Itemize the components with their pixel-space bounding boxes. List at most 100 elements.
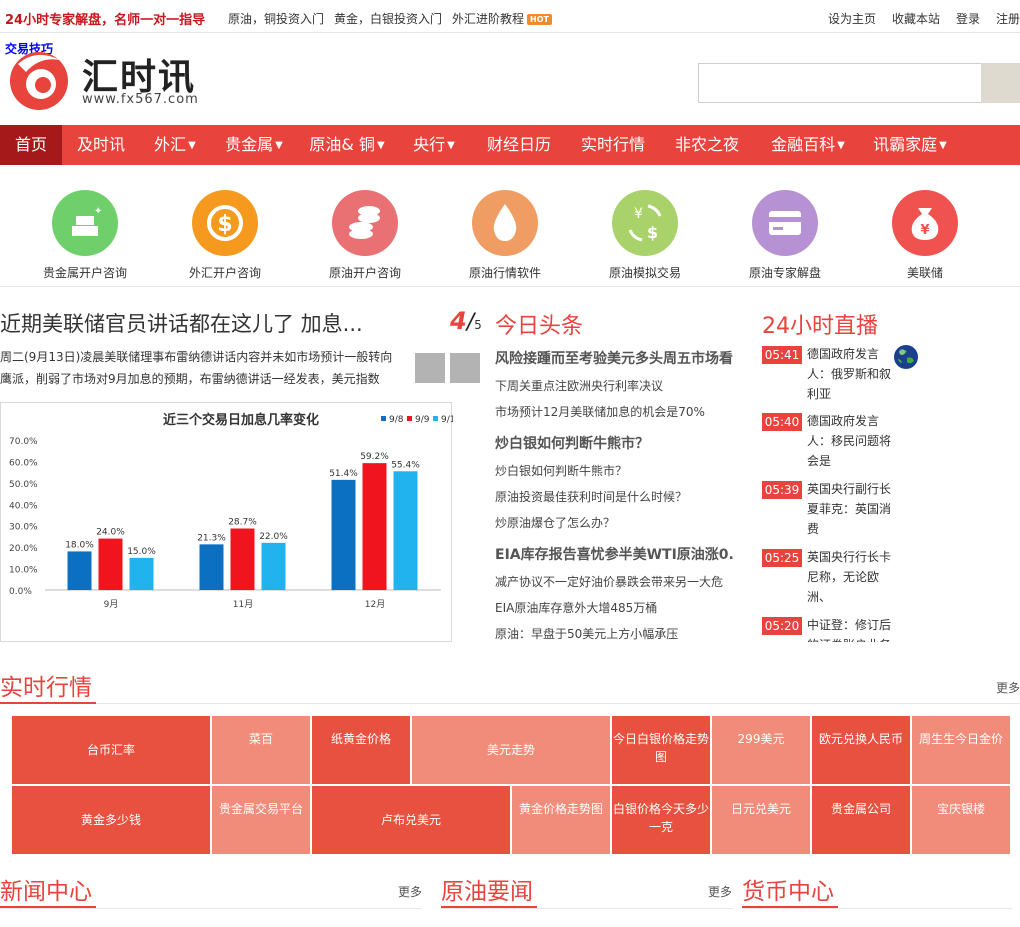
service-icon-3[interactable] <box>472 190 538 256</box>
live-item-text[interactable]: 尼称，无论欧 <box>807 567 879 587</box>
caret-down-icon: ▼ <box>376 140 385 151</box>
market-tile[interactable]: 299美元 <box>712 716 810 784</box>
market-tile[interactable]: 白银价格今天多少一克 <box>612 786 710 854</box>
service-icon-label[interactable]: 原油模拟交易 <box>575 264 715 281</box>
slide-title[interactable]: 近期美联储官员讲话都在这儿了 加息... <box>0 308 363 338</box>
nav-item-0[interactable]: 首页 <box>0 125 62 165</box>
slide-prev-button[interactable] <box>415 353 445 383</box>
nav-item-9[interactable]: 金融百科 ▼ <box>754 125 862 165</box>
service-icon-5[interactable] <box>752 190 818 256</box>
slide-image-chart[interactable]: 近三个交易日加息几率变化 9/8 9/9 9/12 0.0% 10.0% 20.0% 30.0… <box>0 402 461 642</box>
headline-link[interactable]: EIA原油库存意外大增485万桶 <box>495 599 657 616</box>
top-link-forex-tutorial[interactable]: 外汇进阶教程 HOT <box>452 10 552 27</box>
service-icon-2[interactable] <box>332 190 398 256</box>
live-item-text[interactable]: 英国央行副行长 <box>807 479 891 499</box>
headline-link[interactable]: 原油：早盘于50美元上方小幅承压 <box>495 625 678 642</box>
market-tile[interactable]: 美元走势 <box>412 716 610 784</box>
headline-title[interactable]: EIA库存报告喜忧参半美WTI原油涨0. <box>495 544 734 564</box>
market-tile[interactable]: 卢布兑美元 <box>312 786 510 854</box>
headline-title[interactable]: 风险接踵而至考验美元多头周五市场看 <box>495 348 733 368</box>
headline-link[interactable]: 下周关重点注欧洲央行利率决议 <box>495 377 663 394</box>
live-item-text[interactable]: 洲、 <box>807 587 831 607</box>
nav-item-10[interactable]: 讯霸家庭 ▼ <box>862 125 958 165</box>
market-more-link[interactable]: 更多 <box>996 679 1020 696</box>
nav-item-5[interactable]: 央行 ▼ <box>396 125 472 165</box>
live-item-text[interactable]: 人：移民问题将 <box>807 431 891 451</box>
market-tile[interactable]: 贵金属公司 <box>812 786 910 854</box>
svg-text:$: $ <box>647 223 658 242</box>
market-tile[interactable]: 黄金多少钱 <box>12 786 210 854</box>
currency-center-title: 货币中心 <box>742 879 834 905</box>
market-tile[interactable]: 欧元兑换人民币 <box>812 716 910 784</box>
x-tick-label: 12月 <box>365 599 385 610</box>
logo-icon[interactable] <box>6 50 72 110</box>
market-tile[interactable]: 周生生今日金价 <box>912 716 1010 784</box>
live-item-text[interactable]: 德国政府发言 <box>807 344 879 364</box>
service-icon-0[interactable]: ✦ <box>52 190 118 256</box>
bar-value-label: 21.3% <box>197 533 226 543</box>
headline-link[interactable]: 炒原油爆仓了怎么办？ <box>495 514 615 531</box>
hot-badge: HOT <box>527 14 552 25</box>
headline-link[interactable]: 炒白银如何判断牛熊市？ <box>495 462 627 479</box>
service-icon-1[interactable]: $ <box>192 190 258 256</box>
market-tile[interactable]: 菜百 <box>212 716 310 784</box>
search-input[interactable] <box>698 63 982 103</box>
service-icon-label[interactable]: 原油开户咨询 <box>295 264 435 281</box>
service-icon-label[interactable]: 外汇开户咨询 <box>155 264 295 281</box>
legend-label: 9/9 <box>415 415 430 425</box>
service-icon-label[interactable]: 美联储 <box>855 264 995 281</box>
oil-more-link[interactable]: 更多 <box>708 883 732 900</box>
svg-text:¥: ¥ <box>920 223 929 238</box>
live-item-text[interactable]: 的证券账户业务 <box>807 635 891 642</box>
market-tile[interactable]: 贵金属交易平台 <box>212 786 310 854</box>
nav-item-label: 实时行情 <box>580 135 645 154</box>
service-icon-label[interactable]: 原油专家解盘 <box>715 264 855 281</box>
news-more-link[interactable]: 更多 <box>398 883 422 900</box>
bookmark-link[interactable]: 收藏本站 <box>892 10 940 27</box>
top-link-oil-copper[interactable]: 原油，铜投资入门 <box>228 10 324 27</box>
nav-item-1[interactable]: 及时讯 <box>62 125 140 165</box>
market-tile[interactable]: 台币汇率 <box>12 716 210 784</box>
live-item-text[interactable]: 利亚 <box>807 384 831 404</box>
logo-url: www.fx567.com <box>82 92 199 107</box>
service-icon-4[interactable]: ¥ $ <box>612 190 678 256</box>
set-homepage-link[interactable]: 设为主页 <box>828 10 876 27</box>
market-tile[interactable]: 宝庆银楼 <box>912 786 1010 854</box>
nav-item-label: 央行 <box>413 135 446 154</box>
market-tile[interactable]: 纸黄金价格 <box>312 716 410 784</box>
service-icon-6[interactable]: ¥ <box>892 190 958 256</box>
live-item-text[interactable]: 费 <box>807 519 819 539</box>
headline-link[interactable]: 市场预计12月美联储加息的机会是70% <box>495 403 705 420</box>
nav-item-6[interactable]: 财经日历 <box>472 125 566 165</box>
slide-next-button[interactable] <box>450 353 480 383</box>
market-tile[interactable]: 黄金价格走势图 <box>512 786 610 854</box>
top-promo-link[interactable]: 24小时专家解盘，名师一对一指导 <box>5 9 205 28</box>
service-icon-label[interactable]: 贵金属开户咨询 <box>15 264 155 281</box>
service-icon-label[interactable]: 原油行情软件 <box>435 264 575 281</box>
register-link[interactable]: 注册 <box>996 10 1020 27</box>
login-link[interactable]: 登录 <box>956 10 980 27</box>
search-button[interactable] <box>981 63 1020 103</box>
live-item-text[interactable]: 英国央行行长卡 <box>807 547 891 567</box>
nav-item-4[interactable]: 原油& 铜 ▼ <box>298 125 396 165</box>
market-tile[interactable]: 今日白银价格走势图 <box>612 716 710 784</box>
live-item-text[interactable]: 人：俄罗斯和叙 <box>807 364 891 384</box>
top-link-gold-silver[interactable]: 黄金，白银投资入门 <box>334 10 442 27</box>
nav-item-3[interactable]: 贵金属 ▼ <box>210 125 298 165</box>
nav-item-2[interactable]: 外汇 ▼ <box>140 125 210 165</box>
bar-9/8-11月 <box>199 544 224 590</box>
nav-item-7[interactable]: 实时行情 <box>566 125 660 165</box>
headline-link[interactable]: 原油投资最佳获利时间是什么时候？ <box>495 488 687 505</box>
live-item-text[interactable]: 夏菲克：英国消 <box>807 499 891 519</box>
headline-link[interactable]: 减产协议不一定好油价暴跌会带来另一大危 <box>495 573 723 590</box>
live-item-text[interactable]: 会是 <box>807 451 831 471</box>
currency-swap-icon: ¥$ <box>628 204 662 242</box>
live-item-text[interactable]: 中证登：修订后 <box>807 615 891 635</box>
nav-item-8[interactable]: 非农之夜 <box>660 125 754 165</box>
live-item-text[interactable]: 德国政府发言 <box>807 411 879 431</box>
caret-down-icon: ▼ <box>188 140 196 151</box>
nav-item-label: 金融百科 <box>771 135 836 154</box>
headline-title[interactable]: 炒白银如何判断牛熊市？ <box>495 433 649 453</box>
nav-item-label: 原油& 铜 <box>309 135 375 154</box>
market-tile[interactable]: 日元兑美元 <box>712 786 810 854</box>
